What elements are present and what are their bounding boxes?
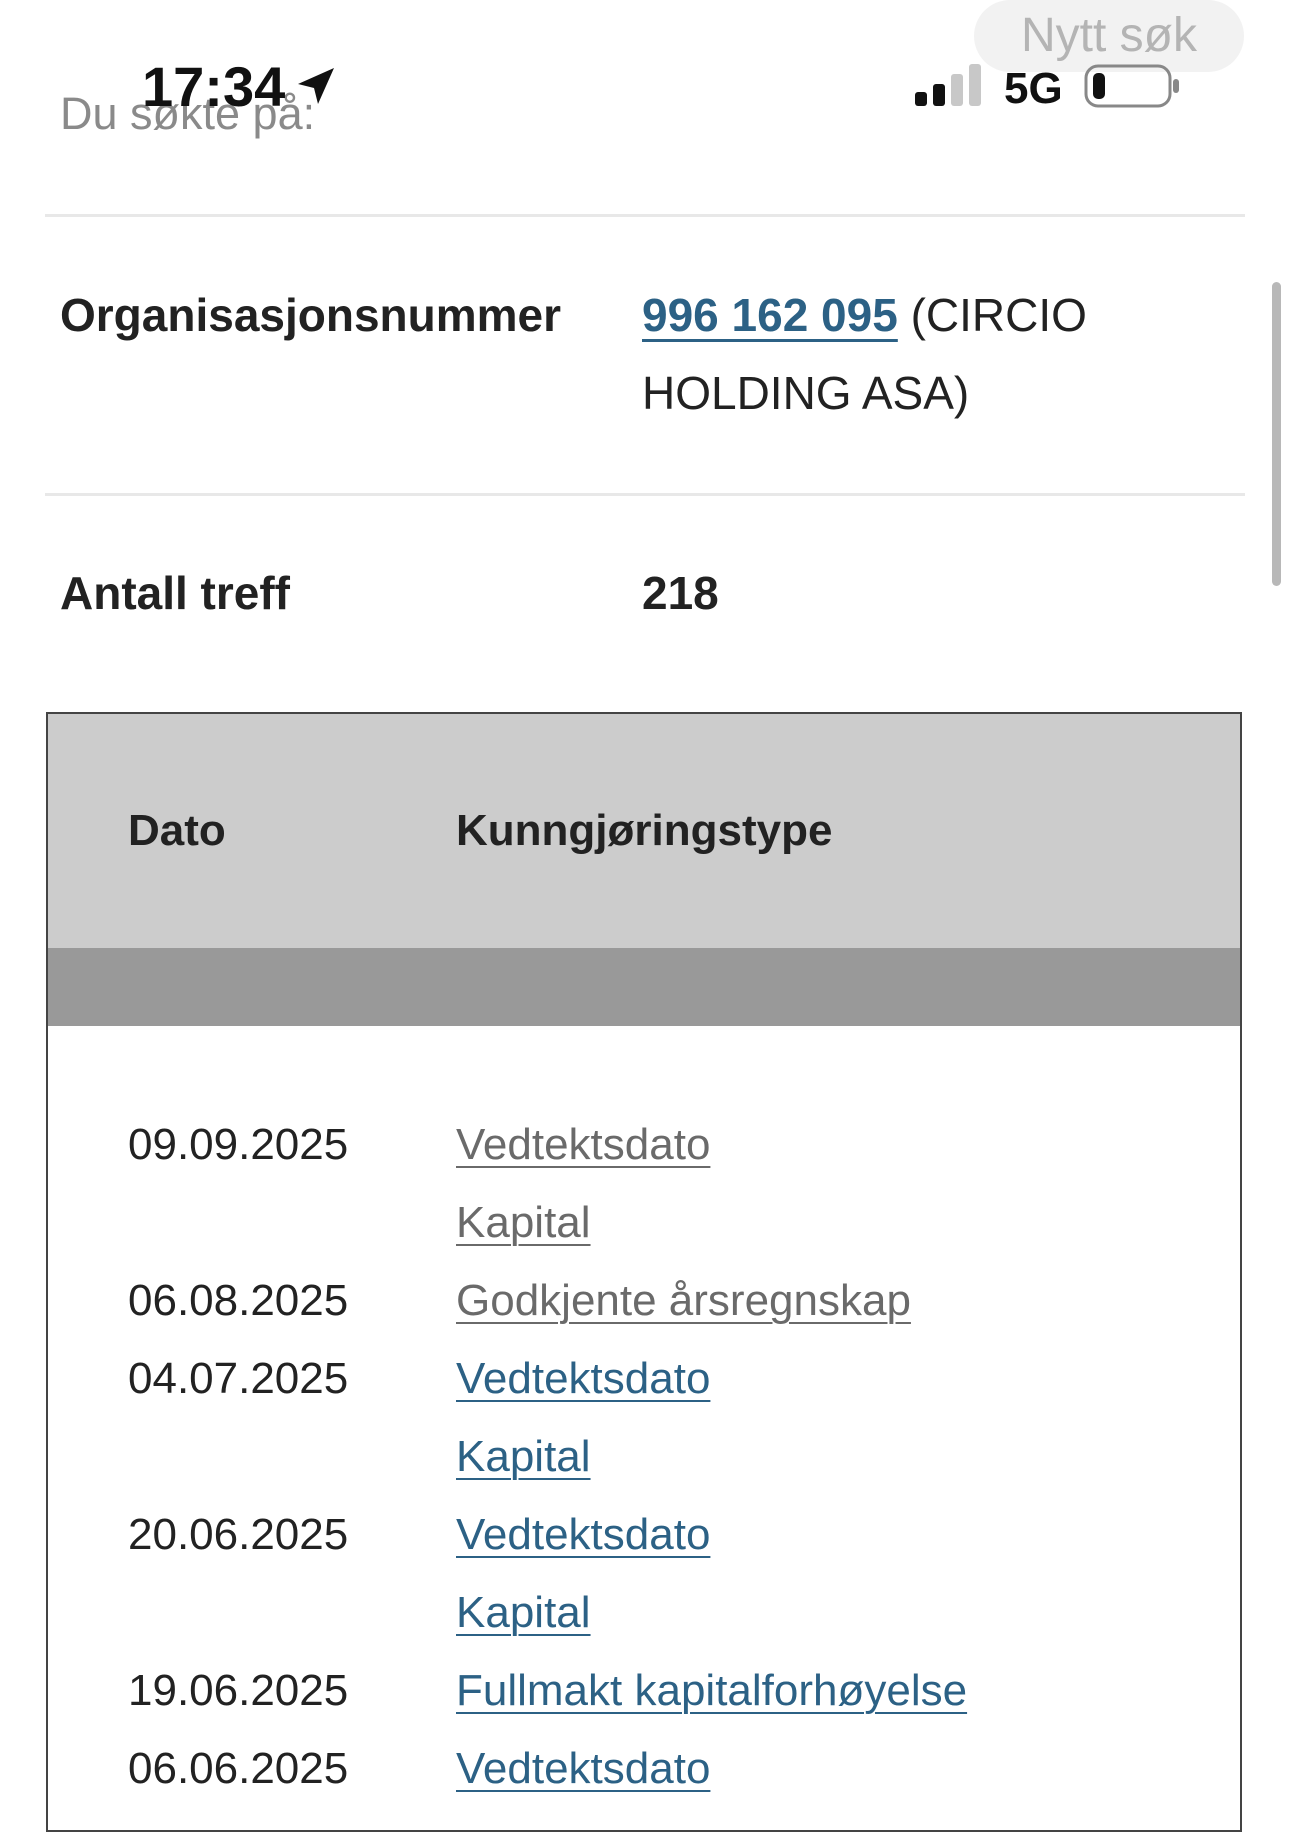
hits-count-value: 218 bbox=[642, 567, 719, 619]
divider bbox=[45, 214, 1245, 217]
announcement-type-link[interactable]: Vedtektsdato bbox=[456, 1744, 710, 1794]
row-date: 06.08.2025 bbox=[128, 1276, 349, 1325]
row-date: 09.09.2025 bbox=[128, 1120, 349, 1169]
divider bbox=[45, 493, 1245, 496]
row-date: 04.07.2025 bbox=[128, 1354, 349, 1403]
column-header-date[interactable]: Dato bbox=[128, 806, 226, 856]
location-arrow-icon bbox=[298, 68, 334, 104]
column-header-type[interactable]: Kunngjøringstype bbox=[456, 806, 832, 856]
row-date: 19.06.2025 bbox=[128, 1666, 349, 1715]
announcement-type-link[interactable]: Vedtektsdato bbox=[456, 1120, 710, 1170]
scrollbar[interactable] bbox=[1272, 282, 1281, 586]
announcement-type-link[interactable]: Vedtektsdato bbox=[456, 1510, 710, 1560]
status-time: 17:34 bbox=[142, 55, 286, 118]
announcement-type-link[interactable]: Kapital bbox=[456, 1588, 591, 1638]
announcement-type-link[interactable]: Fullmakt kapitalforhøyelse bbox=[456, 1666, 967, 1716]
org-number-label: Organisasjonsnummer bbox=[60, 289, 562, 341]
announcement-type-link[interactable]: Vedtektsdato bbox=[456, 1354, 710, 1404]
hits-count-label: Antall treff bbox=[60, 567, 290, 619]
row-date: 20.06.2025 bbox=[128, 1510, 349, 1559]
battery-icon bbox=[1084, 64, 1179, 108]
signal-icon bbox=[915, 64, 981, 106]
table-subheader bbox=[48, 948, 1240, 1026]
announcement-type-link[interactable]: Kapital bbox=[456, 1198, 591, 1248]
announcement-type-link[interactable]: Kapital bbox=[456, 1432, 591, 1482]
results-table: Dato Kunngjøringstype 09.09.2025 Vedtekts… bbox=[46, 712, 1242, 1832]
org-number-link[interactable]: 996 162 095 bbox=[642, 289, 898, 341]
row-date: 06.06.2025 bbox=[128, 1744, 349, 1793]
announcement-type-link[interactable]: Godkjente årsregnskap bbox=[456, 1276, 911, 1326]
network-type: 5G bbox=[1004, 64, 1063, 113]
table-header: Dato Kunngjøringstype bbox=[48, 714, 1240, 948]
org-number-value: 996 162 095 (CIRCIO HOLDING ASA) bbox=[642, 276, 1202, 432]
